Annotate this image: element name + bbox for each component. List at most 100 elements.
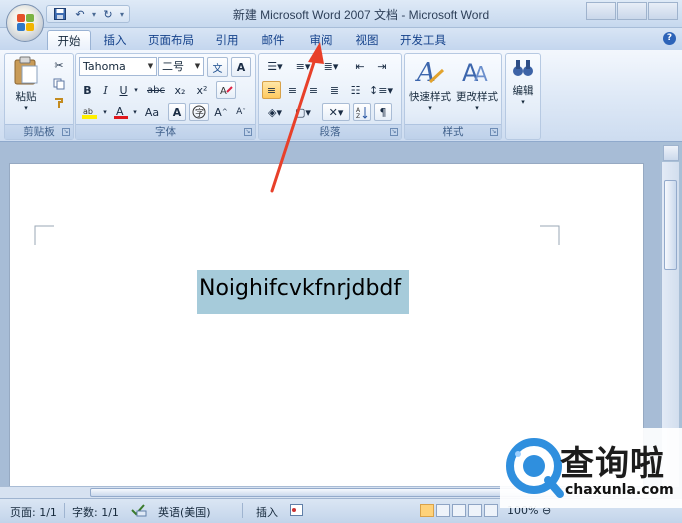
- format-painter-icon[interactable]: [49, 94, 69, 112]
- pinyin-guide-button[interactable]: 文: [207, 57, 228, 77]
- save-icon[interactable]: [51, 7, 69, 21]
- window-title: 新建 Microsoft Word 2007 文档 - Microsoft Wo…: [232, 8, 490, 22]
- subscript-button[interactable]: x₂: [170, 81, 190, 99]
- font-color-button[interactable]: A: [111, 103, 131, 121]
- font-group: Tahoma ▼ 二号 ▼ 文 A B I U ▾ abc x₂ x² A ab…: [75, 53, 256, 140]
- macro-record-icon[interactable]: [290, 504, 303, 519]
- office-button[interactable]: [6, 4, 44, 42]
- underline-button[interactable]: U: [115, 81, 132, 99]
- draft-icon[interactable]: [484, 504, 498, 517]
- window-controls: [586, 2, 678, 20]
- paste-label: 粘贴: [15, 91, 37, 103]
- office-logo-icon: [17, 14, 35, 32]
- word-count[interactable]: 字数: 1/1: [72, 504, 119, 520]
- sort-icon[interactable]: AZ: [353, 103, 371, 121]
- font-size-combo[interactable]: 二号 ▼: [158, 57, 204, 76]
- clipboard-launcher-icon[interactable]: ↘: [62, 128, 70, 136]
- copy-icon[interactable]: [49, 75, 69, 93]
- minimize-button[interactable]: [586, 2, 616, 20]
- char-shading-button[interactable]: A: [168, 103, 186, 121]
- cut-icon[interactable]: ✂: [49, 56, 69, 74]
- tab-view[interactable]: 视图: [348, 30, 386, 50]
- undo-dropdown-icon[interactable]: ▾: [91, 10, 97, 19]
- svg-text:A: A: [415, 58, 436, 86]
- change-styles-button[interactable]: AA 更改样式 ▾: [454, 56, 500, 112]
- svg-text:ab: ab: [83, 107, 93, 116]
- paste-icon: [14, 56, 38, 85]
- customize-chevron-icon[interactable]: ▾: [119, 10, 125, 19]
- distribute-icon[interactable]: ☷: [346, 81, 365, 99]
- strikethrough-button[interactable]: abc: [144, 81, 168, 99]
- change-styles-label: 更改样式: [456, 91, 498, 103]
- italic-button[interactable]: I: [97, 81, 114, 99]
- title-bar: ↶ ▾ ↻ ▾ 新建 Microsoft Word 2007 文档 - Micr…: [0, 0, 682, 28]
- font-size-value: 二号: [162, 60, 184, 73]
- font-name-combo[interactable]: Tahoma ▼: [79, 57, 157, 76]
- quick-styles-label: 快速样式: [409, 91, 451, 103]
- quick-styles-icon: A: [415, 58, 445, 88]
- chevron-down-icon: ▼: [194, 62, 201, 70]
- editing-group: 编辑 ▾: [505, 53, 541, 140]
- print-layout-icon[interactable]: [420, 504, 434, 517]
- line-spacing-icon[interactable]: ↕≡▾: [368, 81, 394, 99]
- enclose-char-icon[interactable]: 字: [189, 103, 209, 121]
- superscript-button[interactable]: x²: [192, 81, 212, 99]
- paragraph-launcher-icon[interactable]: ↘: [390, 128, 398, 136]
- change-styles-icon: AA: [462, 59, 488, 87]
- page-indicator[interactable]: 页面: 1/1: [10, 504, 57, 520]
- tab-references[interactable]: 引用: [208, 30, 246, 50]
- styles-group: A 快速样式 ▾ AA 更改样式 ▾ 样式 ↘: [404, 53, 502, 140]
- insert-mode[interactable]: 插入: [256, 504, 278, 520]
- bold-button[interactable]: B: [79, 81, 96, 99]
- highlight-dropdown-icon[interactable]: ▾: [101, 103, 109, 121]
- editing-label: 编辑: [512, 85, 534, 97]
- maximize-button[interactable]: [617, 2, 647, 20]
- editing-button[interactable]: 编辑 ▾: [507, 56, 539, 106]
- status-divider: [64, 503, 65, 518]
- tab-page-layout[interactable]: 页面布局: [142, 30, 200, 50]
- language-indicator[interactable]: 英语(美国): [158, 504, 211, 520]
- view-ruler-icon[interactable]: [663, 145, 679, 161]
- increase-indent-icon[interactable]: ⇥: [372, 57, 392, 75]
- tab-developer[interactable]: 开发工具: [394, 30, 452, 50]
- underline-dropdown-icon[interactable]: ▾: [132, 81, 140, 99]
- shrink-font-button[interactable]: Aˇ: [232, 103, 250, 121]
- show-marks-icon[interactable]: ¶: [374, 103, 392, 121]
- decrease-indent-icon[interactable]: ⇤: [350, 57, 370, 75]
- selected-text[interactable]: Noighifcvkfnrjdbdf: [197, 270, 409, 314]
- clear-format-icon[interactable]: A: [216, 81, 236, 99]
- quick-styles-button[interactable]: A 快速样式 ▾: [407, 56, 453, 112]
- chevron-down-icon: ▼: [147, 62, 154, 70]
- font-group-label: 字体: [76, 124, 255, 139]
- outline-icon[interactable]: [468, 504, 482, 517]
- change-case-button[interactable]: Aa: [140, 103, 164, 121]
- tab-insert[interactable]: 插入: [96, 30, 134, 50]
- font-color-dropdown-icon[interactable]: ▾: [131, 103, 139, 121]
- full-screen-reading-icon[interactable]: [436, 504, 450, 517]
- svg-text:字: 字: [195, 107, 204, 119]
- tab-home[interactable]: 开始: [47, 30, 91, 50]
- grow-font-button[interactable]: A ^: [212, 103, 230, 121]
- undo-icon[interactable]: ↶: [71, 7, 89, 21]
- svg-text:A: A: [220, 86, 227, 96]
- view-buttons: [420, 504, 498, 517]
- binoculars-icon: [513, 60, 533, 76]
- web-layout-icon[interactable]: [452, 504, 466, 517]
- highlight-icon[interactable]: ab: [79, 103, 101, 121]
- vertical-scroll-thumb[interactable]: [664, 180, 677, 270]
- styles-launcher-icon[interactable]: ↘: [490, 128, 498, 136]
- chevron-down-icon: ▾: [475, 104, 479, 112]
- redo-icon[interactable]: ↻: [99, 7, 117, 21]
- svg-text:A: A: [474, 62, 488, 86]
- proofing-icon[interactable]: [131, 504, 147, 520]
- paste-button[interactable]: 粘贴 ▾: [9, 56, 43, 112]
- font-launcher-icon[interactable]: ↘: [244, 128, 252, 136]
- paste-dropdown-icon: ▾: [24, 104, 28, 112]
- char-border-button[interactable]: A: [231, 57, 251, 77]
- help-icon[interactable]: ?: [663, 32, 676, 45]
- annotation-arrow: [270, 42, 324, 193]
- close-button[interactable]: [648, 2, 678, 20]
- chevron-down-icon: ▾: [521, 98, 525, 106]
- status-divider: [242, 503, 243, 518]
- styles-group-label: 样式: [405, 124, 501, 139]
